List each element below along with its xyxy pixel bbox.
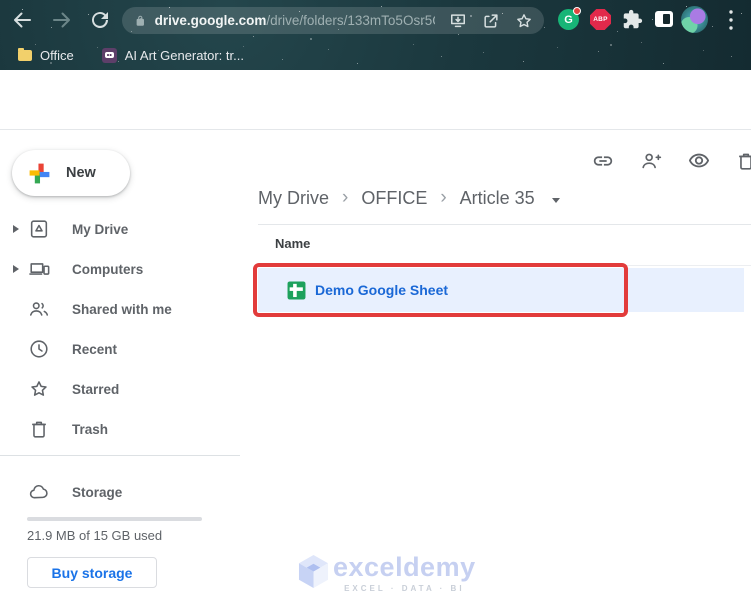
buy-storage-button[interactable]: Buy storage xyxy=(27,557,157,588)
sidebar: New My Drive Computers Shared with me Re… xyxy=(0,130,240,609)
reload-icon[interactable] xyxy=(88,8,112,32)
sidebar-item-label: Shared with me xyxy=(72,301,172,317)
share-person-add-icon[interactable] xyxy=(640,150,662,172)
watermark-subtitle: EXCEL · DATA · BI xyxy=(344,584,465,593)
watermark-title: exceldemy xyxy=(333,552,476,582)
breadcrumb-my-drive[interactable]: My Drive xyxy=(258,188,329,209)
back-icon[interactable] xyxy=(10,8,34,32)
url-path: /drive/folders/133mTo5Osr5Q... xyxy=(266,13,435,28)
sidebar-item-label: My Drive xyxy=(72,221,129,237)
clock-icon xyxy=(30,340,48,358)
sidebar-divider xyxy=(0,455,240,456)
breadcrumb-article-35[interactable]: Article 35 xyxy=(460,188,535,209)
chevron-right-icon: › xyxy=(342,187,349,208)
browser-chrome: drive.google.com/drive/folders/133mTo5Os… xyxy=(0,0,751,70)
profile-avatar[interactable] xyxy=(681,6,708,33)
expand-caret-icon[interactable] xyxy=(13,225,19,233)
extensions-puzzle-icon[interactable] xyxy=(622,9,643,30)
screenshot-root: drive.google.com/drive/folders/133mTo5Os… xyxy=(0,0,751,609)
content-area: My Drive › OFFICE › Article 35 Name Demo… xyxy=(240,130,751,609)
breadcrumb: My Drive › OFFICE › Article 35 xyxy=(258,188,560,209)
get-link-icon[interactable] xyxy=(592,150,614,172)
side-panel-icon[interactable] xyxy=(655,11,673,27)
sidebar-item-label: Recent xyxy=(72,341,118,357)
content-divider xyxy=(258,224,751,225)
breadcrumb-office[interactable]: OFFICE xyxy=(361,188,427,209)
bookmark-label: AI Art Generator: tr... xyxy=(124,47,244,63)
my-drive-icon xyxy=(30,220,48,238)
extension-green-letter: G xyxy=(564,13,573,26)
bookmark-ai-art-generator[interactable]: AI Art Generator: tr... xyxy=(101,47,244,63)
sidebar-item-label: Storage xyxy=(72,484,123,500)
lock-icon[interactable] xyxy=(134,14,147,28)
column-header-name[interactable]: Name xyxy=(275,236,310,251)
new-plus-icon xyxy=(29,163,50,183)
new-button-label: New xyxy=(66,165,96,181)
address-bar[interactable]: drive.google.com/drive/folders/133mTo5Os… xyxy=(122,7,544,34)
folder-menu-caret-icon[interactable] xyxy=(551,197,560,203)
sidebar-item-storage[interactable]: Storage xyxy=(0,472,240,512)
google-sheets-icon xyxy=(287,281,306,299)
extension-green-icon[interactable]: G xyxy=(558,7,581,30)
sidebar-item-shared-with-me[interactable]: Shared with me xyxy=(0,289,240,329)
sidebar-item-my-drive[interactable]: My Drive xyxy=(0,209,240,249)
bookmarks-bar: Office AI Art Generator: tr... xyxy=(0,40,751,70)
forward-icon[interactable] xyxy=(50,8,74,32)
expand-caret-icon[interactable] xyxy=(13,265,19,273)
remove-trash-icon[interactable] xyxy=(735,150,751,172)
bookmark-office-folder[interactable]: Office xyxy=(18,47,74,63)
shared-icon xyxy=(29,302,49,316)
storage-usage-text: 21.9 MB of 15 GB used xyxy=(27,528,163,543)
chevron-right-icon: › xyxy=(440,187,447,208)
bookmark-label: Office xyxy=(40,47,74,63)
sidebar-item-computers[interactable]: Computers xyxy=(0,249,240,289)
computers-icon xyxy=(29,263,50,275)
sidebar-item-label: Computers xyxy=(72,261,144,277)
drive-header: Drive xyxy=(0,70,751,197)
sidebar-item-trash[interactable]: Trash xyxy=(0,409,240,449)
file-name: Demo Google Sheet xyxy=(315,282,449,298)
bookmark-star-icon[interactable] xyxy=(514,11,534,31)
starry-wallpaper xyxy=(0,0,2,2)
adblock-label: ABP xyxy=(593,16,608,23)
sidebar-item-label: Trash xyxy=(72,421,109,437)
file-row-demo-google-sheet[interactable]: Demo Google Sheet xyxy=(258,268,744,312)
sidebar-item-starred[interactable]: Starred xyxy=(0,369,240,409)
watermark: exceldemy EXCEL · DATA · BI xyxy=(298,554,476,593)
install-app-icon[interactable] xyxy=(448,11,468,31)
cloud-icon xyxy=(29,484,48,499)
sidebar-item-recent[interactable]: Recent xyxy=(0,329,240,369)
adblock-extension-icon[interactable]: ABP xyxy=(590,9,611,30)
browser-menu-icon[interactable] xyxy=(727,9,735,31)
star-icon xyxy=(31,381,47,396)
list-header-divider xyxy=(258,265,751,266)
sidebar-item-label: Starred xyxy=(72,381,120,397)
ai-art-favicon xyxy=(101,47,117,63)
blocked-badge-icon xyxy=(573,7,581,15)
preview-eye-icon[interactable] xyxy=(688,150,710,172)
trash-icon xyxy=(32,421,46,438)
folder-icon xyxy=(18,47,32,61)
storage-progress-bar xyxy=(27,517,202,521)
url-domain: drive.google.com xyxy=(154,13,267,28)
new-button[interactable]: New xyxy=(12,150,130,196)
share-icon[interactable] xyxy=(481,11,501,31)
exceldemy-cube-icon xyxy=(298,555,329,588)
